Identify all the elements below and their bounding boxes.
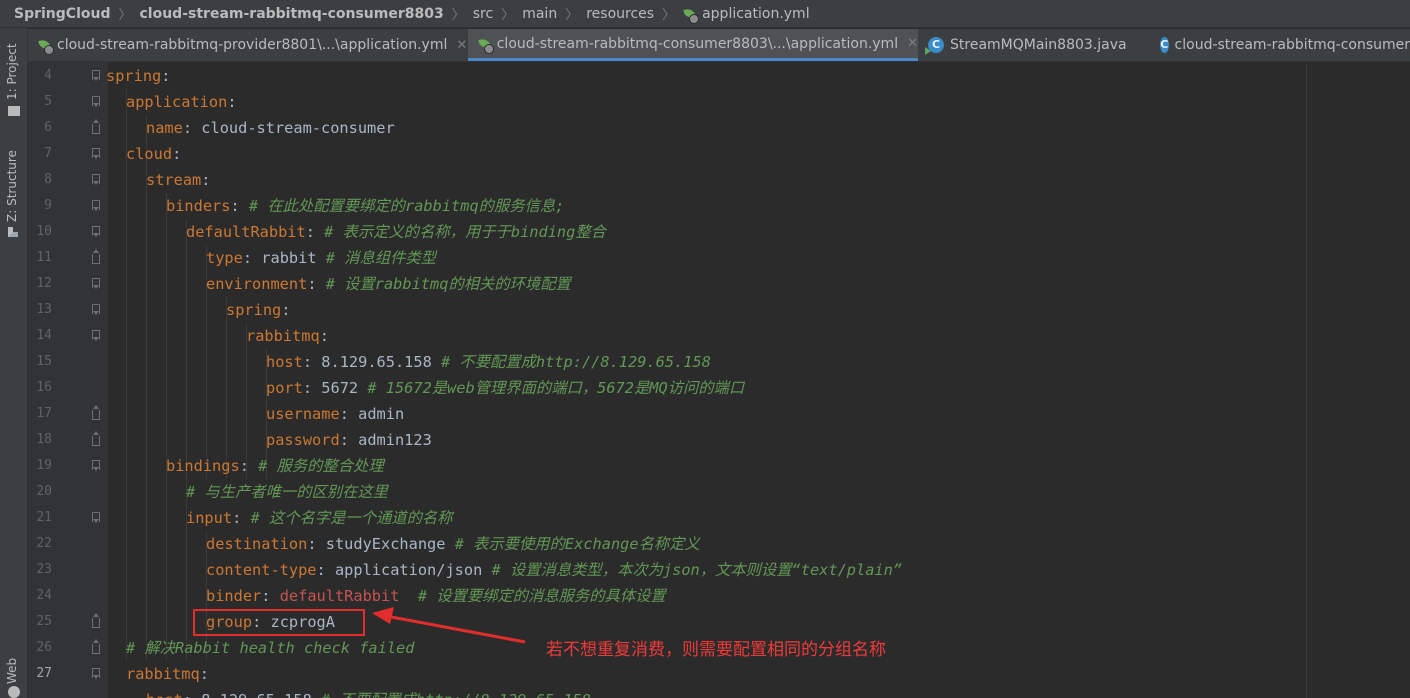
tab-consumer-application-yml[interactable]: cloud-stream-rabbitmq-consumer8803\...\a… xyxy=(468,29,918,61)
editor-tabs: cloud-stream-rabbitmq-provider8801\...\a… xyxy=(28,29,1410,62)
annotation-arrow xyxy=(372,607,526,644)
yaml-leaf-icon xyxy=(478,37,494,54)
tab-consumer-class[interactable]: C cloud-stream-rabbitmq-consumer xyxy=(1150,29,1410,61)
web-globe-icon xyxy=(8,686,20,698)
web-tool-tab[interactable]: Web xyxy=(5,658,19,684)
structure-tool-tab[interactable]: Z: Structure xyxy=(5,150,19,222)
breadcrumb-item-resources[interactable]: resources xyxy=(586,6,654,22)
folder-icon xyxy=(8,106,20,116)
breadcrumb-item-project[interactable]: SpringCloud xyxy=(14,6,110,22)
project-tool-tab[interactable]: 1: Project xyxy=(5,43,19,100)
breadcrumb-separator-icon: 〉 xyxy=(118,8,132,23)
tab-label: StreamMQMain8803.java xyxy=(950,37,1127,53)
tab-label: cloud-stream-rabbitmq-provider8801\...\a… xyxy=(57,37,448,53)
structure-icon xyxy=(8,227,18,237)
breadcrumb-item-module[interactable]: cloud-stream-rabbitmq-consumer8803 xyxy=(140,6,444,22)
breadcrumb-separator-icon: 〉 xyxy=(501,8,515,23)
annotation-note: 若不想重复消费，则需要配置相同的分组名称 xyxy=(546,640,886,660)
breadcrumb-item-src[interactable]: src xyxy=(473,6,493,22)
breadcrumb-separator-icon: 〉 xyxy=(565,8,579,23)
tab-provider-application-yml[interactable]: cloud-stream-rabbitmq-provider8801\...\a… xyxy=(28,29,468,61)
breadcrumb-item-file[interactable]: application.yml xyxy=(702,6,810,22)
breadcrumb-item-main[interactable]: main xyxy=(522,6,557,22)
close-icon[interactable]: ✕ xyxy=(456,38,467,53)
breadcrumb-separator-icon: 〉 xyxy=(451,8,465,23)
tab-label: cloud-stream-rabbitmq-consumer8803\...\a… xyxy=(496,35,899,52)
tab-streammqmain8803-java[interactable]: C StreamMQMain8803.java xyxy=(918,29,1150,61)
code-editor[interactable]: 4 spring: 5 application: 6 name: cloud-stream… xyxy=(28,62,1410,698)
yaml-leaf-icon xyxy=(683,7,700,24)
tab-label: cloud-stream-rabbitmq-consumer xyxy=(1174,37,1410,53)
yaml-leaf-icon xyxy=(38,38,54,55)
java-class-icon: C xyxy=(1160,37,1169,53)
breadcrumb-separator-icon: 〉 xyxy=(662,8,676,23)
breadcrumb: SpringCloud 〉 cloud-stream-rabbitmq-cons… xyxy=(0,0,1410,28)
close-icon[interactable]: ✕ xyxy=(907,36,918,51)
left-tool-strip: 1: Project Z: Structure Web xyxy=(0,28,28,698)
java-class-icon: C xyxy=(925,37,944,55)
